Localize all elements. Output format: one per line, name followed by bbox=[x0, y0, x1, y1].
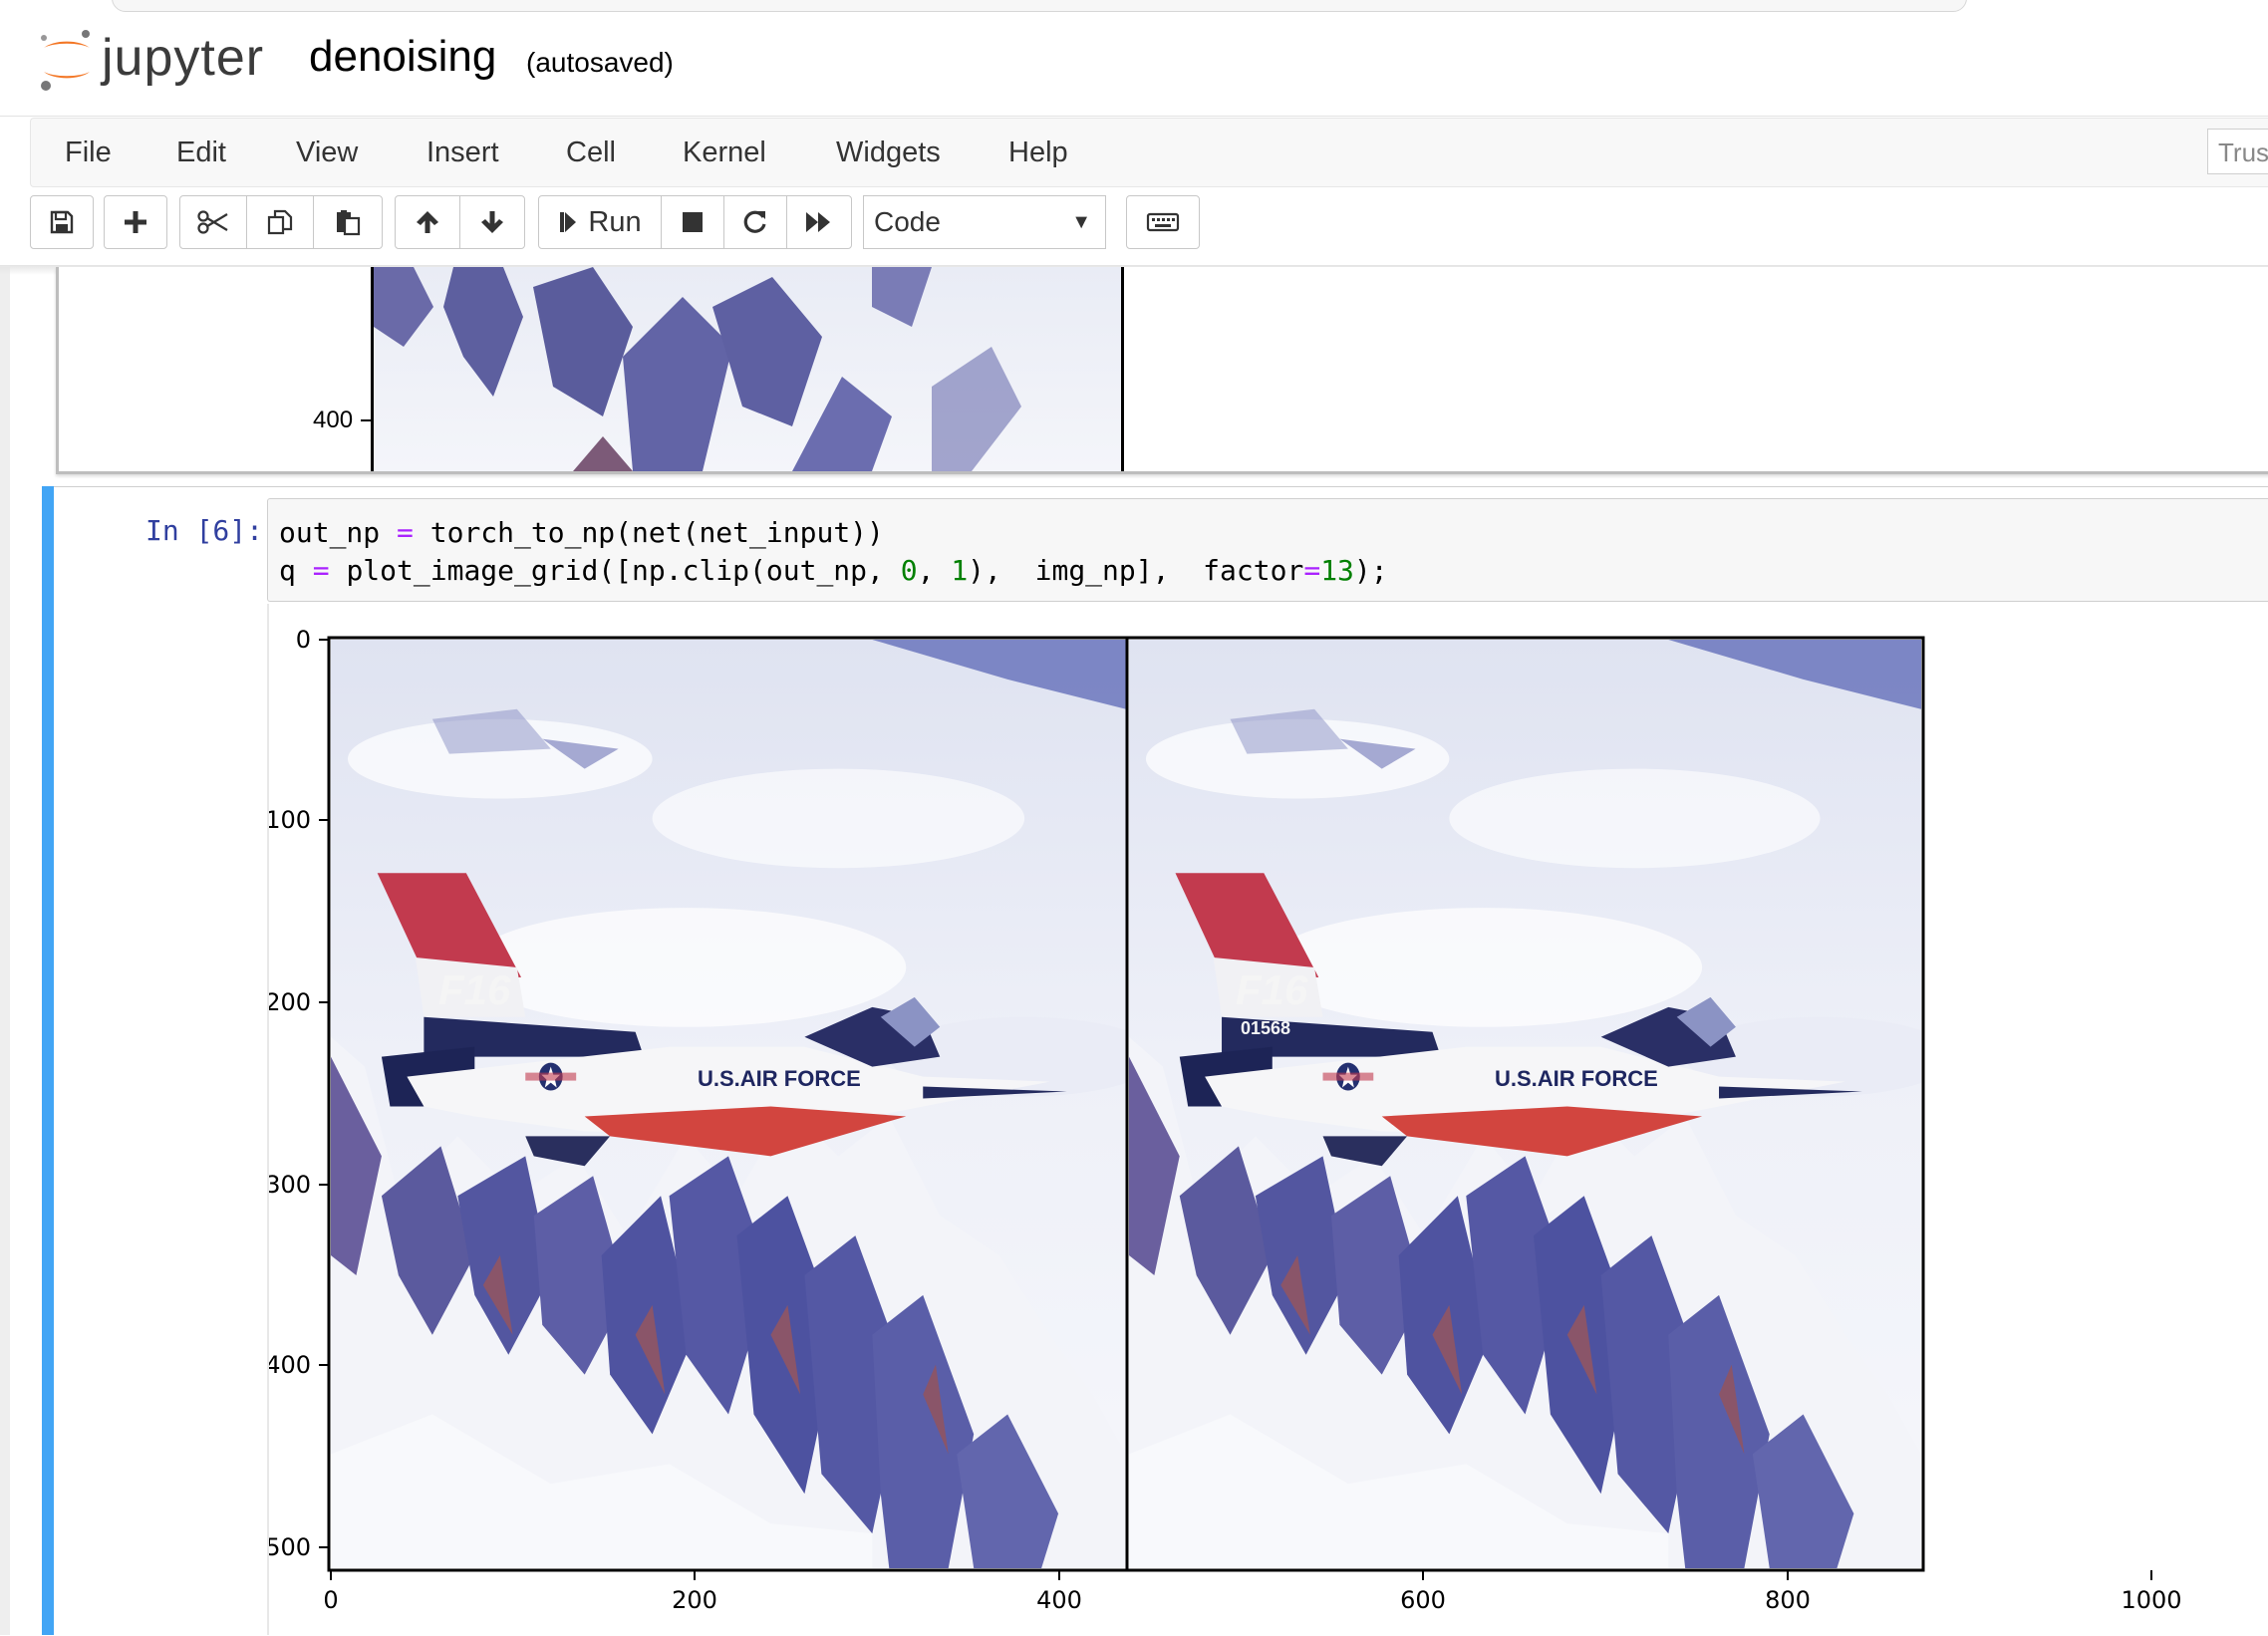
autosave-status: (autosaved) bbox=[526, 47, 674, 78]
x-tick-label: 400 bbox=[1036, 1586, 1082, 1614]
menu-kernel[interactable]: Kernel bbox=[683, 136, 766, 169]
x-tick-label: 800 bbox=[1765, 1586, 1811, 1614]
run-button[interactable]: Run bbox=[538, 195, 662, 249]
step-forward-icon bbox=[560, 212, 577, 232]
code-token: out_np bbox=[279, 516, 381, 549]
notebook-header: jupyter denoising (autosaved) bbox=[0, 20, 2268, 117]
x-tick-label: 200 bbox=[672, 1586, 717, 1614]
code-operator: = bbox=[312, 554, 330, 587]
code-token: torch_to_np(net(net_input)) bbox=[429, 516, 884, 549]
y-tick-label: 0 bbox=[296, 626, 311, 654]
command-palette-button[interactable] bbox=[1126, 195, 1200, 249]
cell-type-select[interactable]: Code ▼ bbox=[863, 195, 1106, 249]
trusted-indicator[interactable]: Trus bbox=[2207, 129, 2268, 174]
y-tick-label: 200 bbox=[269, 988, 311, 1016]
code-token: ), img_np], factor bbox=[968, 554, 1304, 587]
left-tail-text: F16 bbox=[438, 966, 511, 1013]
save-icon bbox=[50, 210, 74, 234]
right-tail-text: F16 bbox=[1236, 966, 1308, 1013]
restart-run-all-button[interactable] bbox=[786, 195, 852, 249]
keyboard-icon bbox=[1146, 212, 1180, 232]
notebook-title[interactable]: denoising bbox=[309, 32, 496, 82]
menu-view[interactable]: View bbox=[296, 136, 358, 169]
move-up-button[interactable] bbox=[395, 195, 460, 249]
toolbar: Run Code ▼ bbox=[0, 195, 2268, 255]
copy-button[interactable] bbox=[246, 195, 314, 249]
left-body-text: U.S.AIR FORCE bbox=[698, 1066, 861, 1091]
input-prompt: In [6]: bbox=[145, 514, 264, 547]
run-button-label: Run bbox=[588, 205, 642, 238]
code-number: 13 bbox=[1320, 554, 1354, 587]
code-operator: = bbox=[397, 516, 414, 549]
menu-edit[interactable]: Edit bbox=[176, 136, 226, 169]
menu-file[interactable]: File bbox=[65, 136, 112, 169]
insert-cell-button[interactable] bbox=[104, 195, 167, 249]
save-button[interactable] bbox=[30, 195, 94, 249]
y-tick-label: 100 bbox=[269, 806, 311, 834]
y-tick-label: 400 bbox=[269, 1351, 311, 1379]
menu-widgets[interactable]: Widgets bbox=[836, 136, 941, 169]
stop-icon bbox=[683, 212, 703, 232]
cut-button[interactable] bbox=[179, 195, 247, 249]
browser-tab[interactable] bbox=[112, 0, 1967, 12]
arrow-up-icon bbox=[417, 211, 438, 233]
menu-help[interactable]: Help bbox=[1008, 136, 1068, 169]
right-serial-text: 01568 bbox=[1241, 1018, 1290, 1038]
copy-icon bbox=[267, 209, 293, 235]
paste-icon bbox=[337, 210, 361, 236]
code-operator: = bbox=[1303, 554, 1321, 587]
image-grid-plot: F16 U.S.AIR FORCE F16 01568 U.S.AIR FORC… bbox=[269, 626, 2182, 1614]
restart-icon bbox=[743, 210, 766, 233]
interrupt-button[interactable] bbox=[661, 195, 724, 249]
y-tick-label: 500 bbox=[269, 1533, 311, 1561]
arrow-down-icon bbox=[481, 211, 503, 233]
cut-icon bbox=[197, 210, 228, 234]
x-tick-label: 600 bbox=[1400, 1586, 1446, 1614]
plus-icon bbox=[125, 211, 146, 233]
code-number: 0 bbox=[900, 554, 918, 587]
fast-forward-icon bbox=[806, 212, 830, 232]
y-tick-label: 300 bbox=[269, 1171, 311, 1199]
code-line-2[interactable]: q = plot_image_grid([np.clip(out_np, 0, … bbox=[279, 554, 1388, 587]
menu-insert[interactable]: Insert bbox=[426, 136, 499, 169]
x-tick-label: 1000 bbox=[2121, 1586, 2181, 1614]
chevron-down-icon: ▼ bbox=[1071, 211, 1091, 233]
code-token: plot_image_grid([np.clip(out_np, bbox=[346, 554, 884, 587]
cell-selection-indicator bbox=[42, 486, 54, 1635]
menu-cell[interactable]: Cell bbox=[566, 136, 616, 169]
cell-type-value: Code bbox=[874, 206, 941, 237]
y-tick-mark bbox=[361, 419, 371, 421]
right-body-text: U.S.AIR FORCE bbox=[1495, 1066, 1658, 1091]
cell-output: F16 U.S.AIR FORCE F16 01568 U.S.AIR FORC… bbox=[267, 604, 2268, 1635]
code-token: ); bbox=[1353, 554, 1388, 587]
code-number: 1 bbox=[951, 554, 969, 587]
paste-button[interactable] bbox=[313, 195, 383, 249]
denoised-image bbox=[331, 640, 1126, 1568]
y-tick-label: 400 bbox=[313, 407, 354, 433]
code-token: , bbox=[917, 554, 935, 587]
jupyter-logo-icon[interactable] bbox=[36, 26, 98, 96]
menu-bar: File Edit View Insert Cell Kernel Widget… bbox=[30, 118, 2268, 187]
move-down-button[interactable] bbox=[459, 195, 525, 249]
previous-output-image bbox=[371, 267, 1124, 471]
jupyter-wordmark[interactable]: jupyter bbox=[102, 28, 264, 88]
original-image bbox=[1129, 640, 1921, 1568]
x-tick-label: 0 bbox=[323, 1586, 338, 1614]
restart-kernel-button[interactable] bbox=[723, 195, 787, 249]
browser-tab-strip bbox=[0, 0, 2268, 20]
code-line-1[interactable]: out_np = torch_to_np(net(net_input)) bbox=[279, 516, 884, 549]
code-token: q bbox=[279, 554, 296, 587]
